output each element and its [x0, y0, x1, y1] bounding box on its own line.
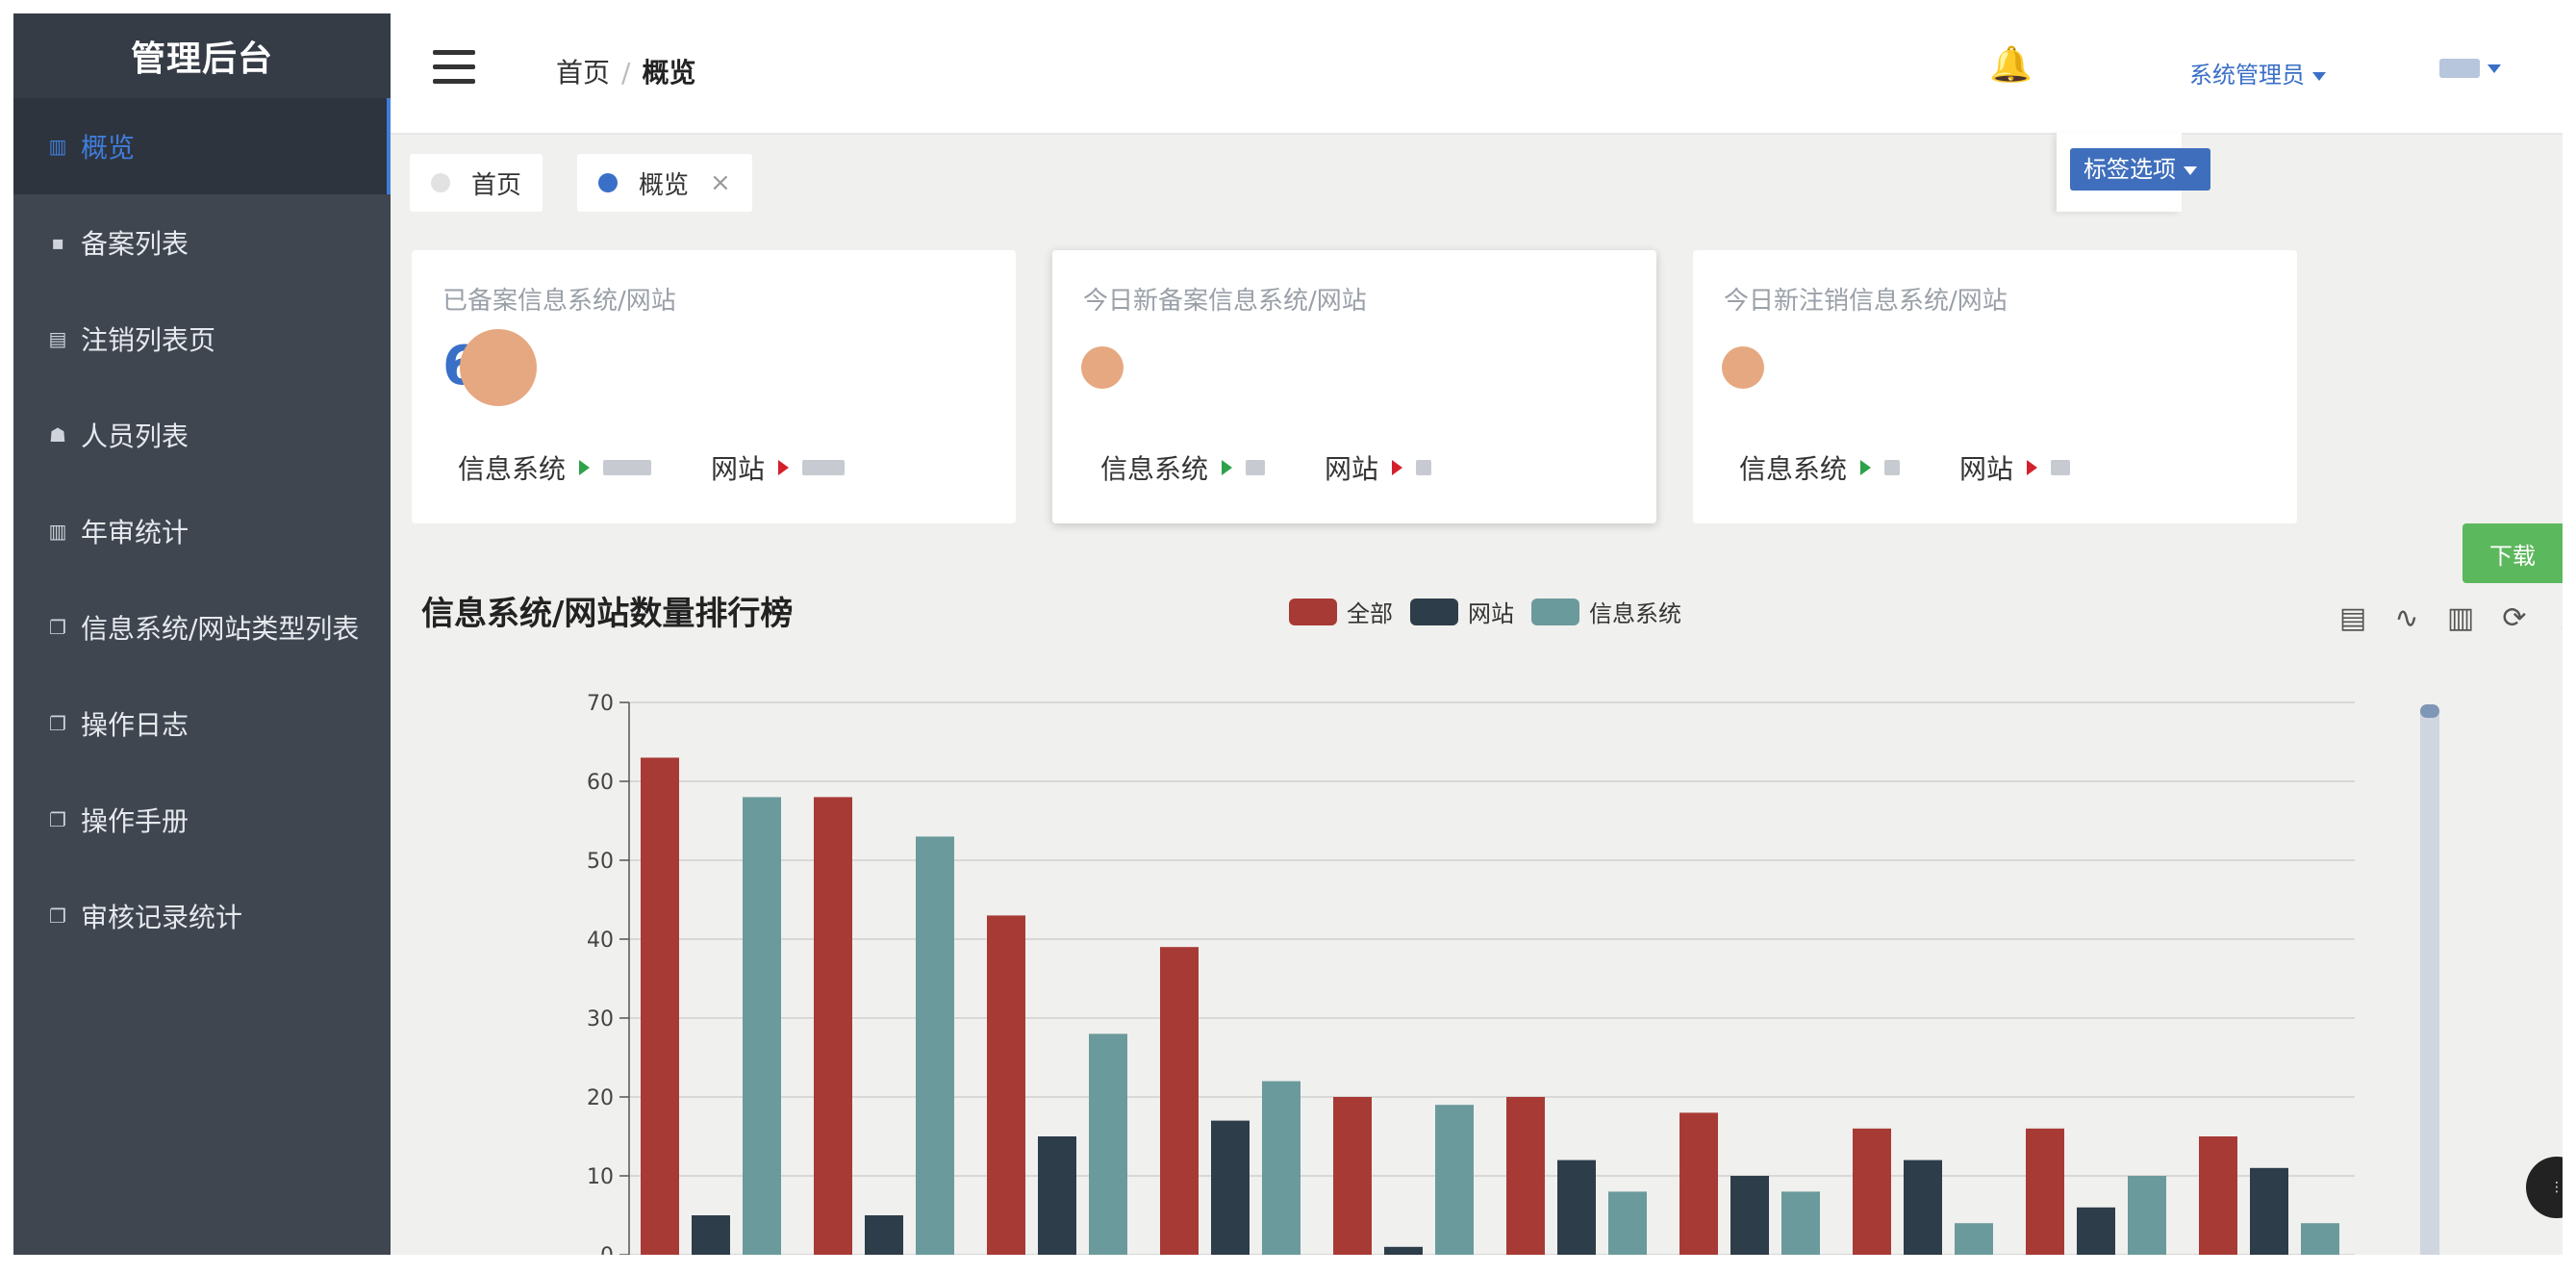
bar-all	[2199, 1136, 2237, 1255]
bar-system	[2128, 1176, 2166, 1255]
datazoom-handle[interactable]	[2420, 704, 2439, 718]
chart-datazoom-slider[interactable]	[2420, 704, 2439, 1255]
bar-all	[1160, 947, 1199, 1255]
bar-all	[1506, 1097, 1545, 1255]
y-tick-label: 40	[587, 929, 614, 953]
app-frame: 管理后台 ▥ 概览 ▪ 备案列表 ▤ 注销列表页 ☗ 人员列表 ▥ 年审统计 ❐ 信息系统/网站类型列…	[13, 13, 2563, 1255]
y-tick-label: 70	[587, 692, 614, 716]
bar-system	[2301, 1223, 2339, 1255]
bar-all	[987, 915, 1025, 1255]
y-tick-label: 30	[587, 1007, 614, 1032]
bar-system	[1089, 1033, 1127, 1255]
bar-all	[641, 757, 679, 1255]
bar-system	[1608, 1191, 1647, 1255]
bar-site	[2250, 1167, 2288, 1255]
bar-all	[1679, 1112, 1718, 1255]
bar-system	[1435, 1105, 1474, 1255]
bar-site	[1211, 1120, 1250, 1255]
bar-system	[1262, 1081, 1301, 1255]
bar-site	[2077, 1207, 2115, 1255]
bar-system	[916, 836, 954, 1255]
bar-all	[1333, 1097, 1372, 1255]
y-tick-label: 50	[587, 850, 614, 874]
y-tick-label: 0	[600, 1244, 614, 1255]
y-tick-label: 20	[587, 1086, 614, 1110]
bar-site	[1038, 1136, 1076, 1255]
bar-all	[814, 797, 852, 1255]
bar-site	[1904, 1159, 1942, 1255]
y-tick-label: 60	[587, 771, 614, 795]
bar-system	[1955, 1223, 1993, 1255]
bar-all	[2026, 1128, 2064, 1255]
bar-site	[1384, 1246, 1423, 1255]
bar-system	[743, 797, 781, 1255]
bar-site	[692, 1215, 730, 1255]
bar-system	[1781, 1191, 1820, 1255]
y-tick-label: 10	[587, 1165, 614, 1189]
bar-all	[1853, 1128, 1891, 1255]
bar-site	[865, 1215, 903, 1255]
bar-site	[1730, 1176, 1769, 1255]
bar-site	[1557, 1159, 1596, 1255]
bar-chart: 0 10 20 30 40 50 60 70	[587, 692, 2355, 1255]
